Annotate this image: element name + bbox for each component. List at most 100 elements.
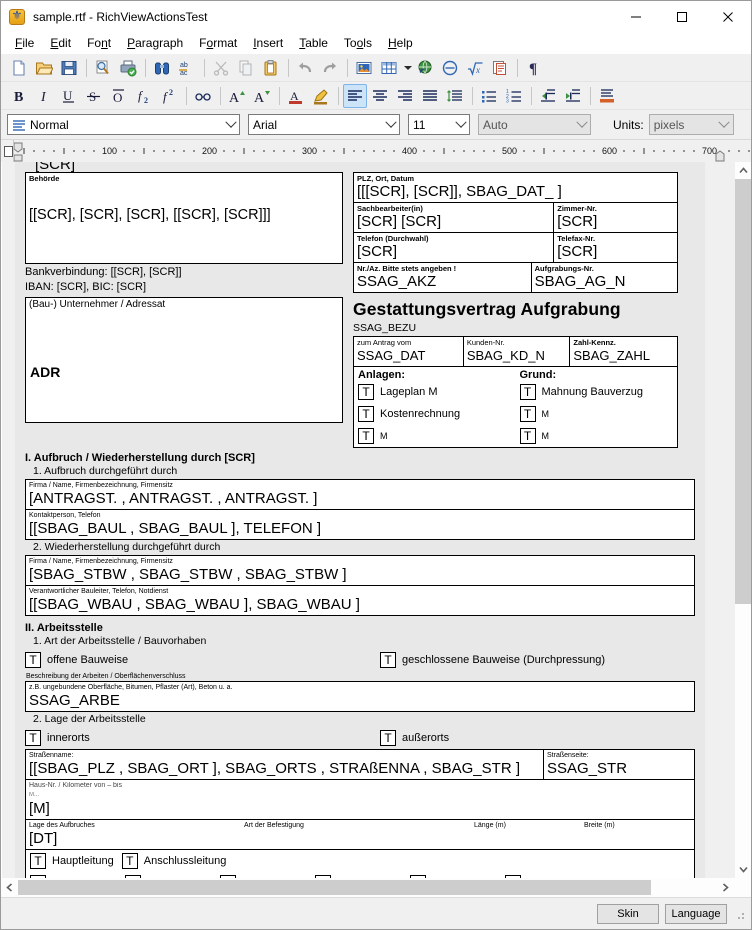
akz-cell[interactable]: Nr./Az. Bitte stets angeben ! SSAG_AKZ xyxy=(354,263,532,292)
vertical-scroll-thumb[interactable] xyxy=(735,179,751,604)
geschlossene-bauweise-option[interactable]: T geschlossene Bauweise (Durchpressung) xyxy=(380,649,609,671)
redo-arrow-icon[interactable] xyxy=(318,56,342,80)
bold-icon[interactable]: B xyxy=(7,84,31,108)
insert-page-icon[interactable] xyxy=(488,56,512,80)
reading-glasses-icon[interactable] xyxy=(191,84,215,108)
maximize-icon[interactable] xyxy=(659,1,705,32)
grund-item[interactable]: T Mahnung Bauverzug xyxy=(516,381,678,403)
chevron-down-icon[interactable] xyxy=(573,115,590,134)
menu-table[interactable]: Table xyxy=(291,34,336,52)
insert-hyperlink-icon[interactable] xyxy=(413,56,437,80)
checkbox-icon[interactable]: T xyxy=(380,730,396,746)
replace-abac-icon[interactable]: abac xyxy=(175,56,199,80)
text-color-combo[interactable]: Auto xyxy=(478,114,591,135)
scroll-left-icon[interactable] xyxy=(1,878,18,897)
anschlussleitung-option[interactable]: T Anschlussleitung xyxy=(118,850,231,872)
language-button[interactable]: Language xyxy=(665,904,727,924)
aufgrabung-cell[interactable]: Aufgrabungs-Nr. SBAG_AG_N xyxy=(532,263,677,292)
hauptleitung-option[interactable]: T Hauptleitung xyxy=(26,850,118,872)
resize-grip[interactable] xyxy=(733,908,745,920)
insert-symbol-icon[interactable] xyxy=(438,56,462,80)
behoerde-box[interactable]: Behörde [[SCR], [SCR], [SCR], [[SCR], [S… xyxy=(25,172,343,264)
chevron-down-icon[interactable] xyxy=(382,115,399,134)
chevron-down-icon[interactable] xyxy=(716,115,733,134)
checkbox-icon[interactable]: T xyxy=(358,428,374,444)
menu-font[interactable]: Font xyxy=(79,34,119,52)
checkbox-icon[interactable]: T xyxy=(520,384,536,400)
checkbox-icon[interactable]: T xyxy=(358,406,374,422)
increase-indent-icon[interactable] xyxy=(561,84,585,108)
horizontal-scroll-thumb[interactable] xyxy=(18,880,651,895)
menu-edit[interactable]: Edit xyxy=(42,34,79,52)
cut-scissors-icon[interactable] xyxy=(209,56,233,80)
checkbox-icon[interactable]: T xyxy=(122,853,138,869)
insert-formula-icon[interactable]: x xyxy=(463,56,487,80)
print-preview-icon[interactable] xyxy=(91,56,115,80)
strassenseite-field[interactable]: Straßenseite: SSAG_STR xyxy=(544,750,694,779)
firma-aufbruch-field[interactable]: Firma / Name, Firmenbezeichnung, Firmens… xyxy=(25,479,695,510)
offene-bauweise-option[interactable]: T offene Bauweise xyxy=(25,649,380,671)
horizontal-scroll-track[interactable] xyxy=(18,878,717,897)
align-center-icon[interactable] xyxy=(368,84,392,108)
menu-file[interactable]: File xyxy=(7,34,42,52)
horizontal-scrollbar[interactable] xyxy=(1,878,751,897)
table-dropdown-arrow[interactable] xyxy=(402,56,413,80)
scroll-up-icon[interactable] xyxy=(735,162,751,179)
italic-icon[interactable]: I xyxy=(32,84,56,108)
numbered-list-icon[interactable]: 123 xyxy=(502,84,526,108)
underline-icon[interactable]: U xyxy=(57,84,81,108)
find-binoculars-icon[interactable] xyxy=(150,56,174,80)
skin-button[interactable]: Skin xyxy=(597,904,659,924)
new-document-icon[interactable] xyxy=(7,56,31,80)
scroll-down-icon[interactable] xyxy=(735,861,751,878)
strikethrough-icon[interactable]: S xyxy=(82,84,106,108)
horizontal-ruler[interactable]: 100200300 400500600 700 xyxy=(14,140,751,162)
scroll-right-icon[interactable] xyxy=(717,878,734,897)
align-right-icon[interactable] xyxy=(393,84,417,108)
close-icon[interactable] xyxy=(705,1,751,32)
highlight-color-icon[interactable] xyxy=(309,84,333,108)
line-spacing-icon[interactable] xyxy=(443,84,467,108)
kontakt-aufbruch-field[interactable]: Kontaktperson, Telefon [[SBAG_BAUL , SBA… xyxy=(25,510,695,540)
decrease-indent-icon[interactable] xyxy=(536,84,560,108)
adressat-box[interactable]: (Bau-) Unternehmer / Adressat ADR xyxy=(25,297,343,423)
copy-icon[interactable] xyxy=(234,56,258,80)
menu-format[interactable]: Format xyxy=(191,34,245,52)
document-editor[interactable]: [SCR] Behörde [[SCR], [SCR], [SCR], [[SC… xyxy=(1,162,734,878)
telefon-cell[interactable]: Telefon (Durchwahl) [SCR] xyxy=(354,233,554,262)
paste-clipboard-icon[interactable] xyxy=(259,56,283,80)
font-family-combo[interactable]: Arial xyxy=(248,114,400,135)
anlagen-item[interactable]: T Kostenrechnung xyxy=(354,403,516,425)
minimize-icon[interactable] xyxy=(613,1,659,32)
kunden-cell[interactable]: Kunden-Nr. SBAG_KD_N xyxy=(464,337,571,366)
sachbearbeiter-cell[interactable]: Sachbearbeiter(in) [SCR] [SCR] xyxy=(354,203,554,232)
zahl-cell[interactable]: Zahl-Kennz. SBAG_ZAHL xyxy=(570,337,677,366)
checkbox-icon[interactable]: T xyxy=(30,853,46,869)
grund-item[interactable]: T M xyxy=(516,425,678,447)
superscript-icon[interactable]: f2 xyxy=(157,84,181,108)
align-left-icon[interactable] xyxy=(343,84,367,108)
plz-cell[interactable]: PLZ, Ort, Datum [[[SCR], [SCR]], SBAG_DA… xyxy=(354,173,677,202)
vertical-scroll-track[interactable] xyxy=(735,179,751,861)
undo-arrow-icon[interactable] xyxy=(293,56,317,80)
innerorts-option[interactable]: T innerorts xyxy=(25,727,380,749)
anlagen-item[interactable]: T M xyxy=(354,425,516,447)
checkbox-icon[interactable]: T xyxy=(380,652,396,668)
units-combo[interactable]: pixels xyxy=(649,114,734,135)
hausnr-field[interactable]: Haus-Nr. / Kilometer von – bis M... [M] xyxy=(25,780,695,820)
checkbox-icon[interactable]: T xyxy=(358,384,374,400)
beschreibung-field[interactable]: z.B. ungebundene Oberfläche, Bitumen, Pf… xyxy=(25,681,695,712)
shrink-font-icon[interactable]: A xyxy=(250,84,274,108)
menu-tools[interactable]: Tools xyxy=(336,34,380,52)
checkbox-icon[interactable]: T xyxy=(25,730,41,746)
font-size-combo[interactable]: 11 xyxy=(408,114,470,135)
menu-paragraph[interactable]: Paragraph xyxy=(119,34,191,52)
chevron-down-icon[interactable] xyxy=(222,115,239,134)
insert-picture-icon[interactable] xyxy=(352,56,376,80)
insert-table-icon[interactable] xyxy=(377,56,401,80)
checkbox-icon[interactable]: T xyxy=(520,406,536,422)
chevron-down-icon[interactable] xyxy=(452,115,469,134)
menu-help[interactable]: Help xyxy=(380,34,421,52)
lage-field[interactable]: Lage des Aufbruches Art der Befestigung … xyxy=(25,820,695,850)
vertical-scrollbar[interactable] xyxy=(734,162,751,878)
